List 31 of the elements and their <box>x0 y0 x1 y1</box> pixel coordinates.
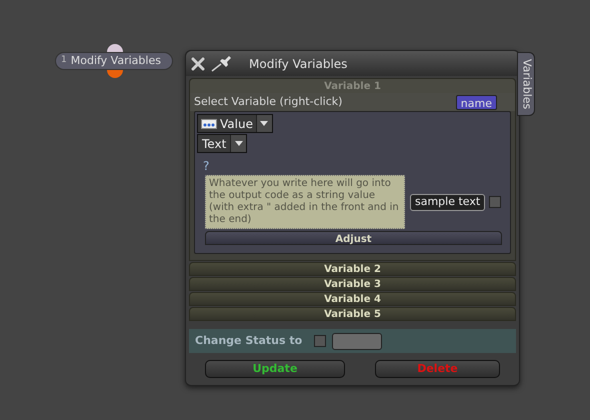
close-icon[interactable] <box>191 56 205 70</box>
caret-icon[interactable] <box>256 115 272 132</box>
node-pill[interactable]: 1 Modify Variables <box>55 52 173 70</box>
select-variable-label: Select Variable (right-click) <box>194 94 342 110</box>
section-header[interactable]: Variable 2 <box>189 262 516 276</box>
input-port-icon[interactable] <box>107 44 123 52</box>
checkbox[interactable] <box>314 335 326 347</box>
node-label: Modify Variables <box>70 52 161 69</box>
dropdown-value: Text <box>201 136 228 152</box>
section-header[interactable]: Variable 5 <box>189 307 516 321</box>
status-field[interactable] <box>332 332 382 350</box>
output-port-icon[interactable] <box>107 70 123 78</box>
window-title: Modify Variables <box>249 56 348 72</box>
pin-icon[interactable] <box>211 56 233 72</box>
checkbox[interactable] <box>489 196 502 208</box>
dropdown-value: Value <box>220 116 254 132</box>
input-type-dropdown[interactable]: Text <box>197 134 248 153</box>
name-button[interactable]: name <box>456 94 497 110</box>
value-icon <box>201 118 217 128</box>
node-index: 1 <box>61 54 67 68</box>
description-text: Whatever you write here will go into the output code as a string value (with extra " added in the front and in the end) <box>205 175 405 229</box>
update-button[interactable]: Update <box>205 360 345 378</box>
value-type-dropdown[interactable]: Value <box>197 114 273 133</box>
section-header[interactable]: Variable 4 <box>189 292 516 306</box>
section-header[interactable]: Variable 3 <box>189 277 516 291</box>
status-label: Change Status to <box>195 332 302 349</box>
caret-icon[interactable] <box>230 135 246 152</box>
sample-text-field[interactable]: sample text <box>410 194 486 210</box>
adjust-button[interactable]: Adjust <box>205 231 502 245</box>
help-mark[interactable]: ? <box>203 159 508 173</box>
side-tab[interactable]: Variables <box>517 52 535 116</box>
